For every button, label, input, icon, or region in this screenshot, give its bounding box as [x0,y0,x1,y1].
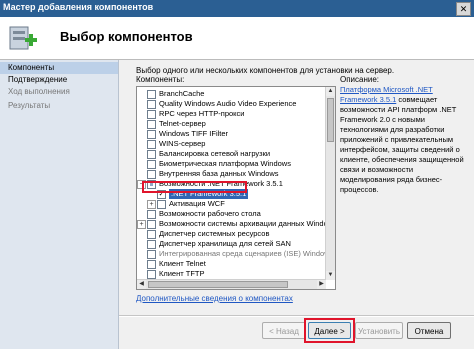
feature-label: Возможности рабочего стола [159,209,261,218]
nav-step-progress: Ход выполнения [8,87,70,96]
scroll-left-icon[interactable]: ◀ [137,280,146,289]
feature-label: Биометрическая платформа Windows [159,159,291,168]
title-bar[interactable]: Мастер добавления компонентов ✕ [0,0,474,17]
horizontal-scroll-thumb[interactable] [148,281,288,288]
page-title: Выбор компонентов [60,29,193,44]
expand-icon[interactable]: + [147,200,156,209]
feature-checkbox[interactable] [147,260,156,269]
feature-checkbox[interactable] [147,150,156,159]
window-title: Мастер добавления компонентов [3,2,154,12]
feature-checkbox[interactable] [147,240,156,249]
description-panel: Платформа Microsoft .NET Framework 3.5.1… [340,85,468,195]
feature-checkbox[interactable] [147,210,156,219]
feature-label: Возможности системы архивации данных Win… [159,219,336,228]
feature-checkbox[interactable] [147,90,156,99]
feature-label: Клиент Telnet [159,259,206,268]
feature-label: Windows TIFF IFilter [159,129,229,138]
close-icon[interactable]: ✕ [456,2,471,16]
scroll-right-icon[interactable]: ▶ [317,280,326,289]
feature-checkbox[interactable] [147,170,156,179]
feature-label: BranchCache [159,89,205,98]
intro-text: Выбор одного или нескольких компонентов … [136,66,395,75]
feature-label: Quality Windows Audio Video Experience [159,99,297,108]
feature-checkbox[interactable] [147,110,156,119]
feature-label: RPC через HTTP-прокси [159,109,245,118]
feature-checkbox[interactable] [147,130,156,139]
feature-label: Балансировка сетевой нагрузки [159,149,271,158]
button-divider [119,315,474,317]
wizard-steps-nav: Компоненты Подтверждение Ход выполнения … [0,60,119,349]
feature-checkbox[interactable] [147,140,156,149]
feature-label: Диспетчер системных ресурсов [159,229,270,238]
add-features-icon [9,26,37,50]
nav-step-results: Результаты [8,101,51,110]
install-button[interactable]: Установить [355,322,403,339]
next-button-highlight [304,318,355,343]
nav-step-features[interactable]: Компоненты [0,62,118,74]
selected-item-highlight [142,181,247,193]
feature-label: WINS-сервер [159,139,206,148]
wizard-header: Выбор компонентов [0,17,474,60]
feature-checkbox[interactable] [157,200,166,209]
feature-label: Клиент TFTP [159,269,205,278]
feature-label: Активация WCF [169,199,225,208]
more-info-link[interactable]: Дополнительные сведения о компонентах [136,294,293,303]
description-label: Описание: [340,75,380,84]
scroll-up-icon[interactable]: ▲ [326,87,335,96]
feature-checkbox[interactable] [147,270,156,279]
scroll-down-icon[interactable]: ▼ [326,271,335,280]
feature-label: Telnet-сервер [159,119,206,128]
vertical-scrollbar[interactable]: ▲ ▼ [325,87,335,280]
feature-checkbox[interactable] [147,160,156,169]
nav-step-confirmation[interactable]: Подтверждение [0,74,118,86]
cancel-button[interactable]: Отмена [407,322,451,339]
content-area: Выбор одного или нескольких компонентов … [119,60,474,349]
feature-checkbox[interactable] [147,250,156,259]
feature-label: Интегрированная среда сценариев (ISE) Wi… [159,249,336,258]
horizontal-scrollbar[interactable]: ◀ ▶ [137,279,326,289]
back-button[interactable]: < Назад [262,322,306,339]
feature-checkbox[interactable] [147,230,156,239]
feature-checkbox[interactable] [147,100,156,109]
description-text: совмещает возможности API платформ .NET … [340,95,464,194]
components-label: Компоненты: [136,75,185,84]
feature-label: Внутренняя база данных Windows [159,169,279,178]
feature-checkbox[interactable] [147,220,156,229]
feature-label: Диспетчер хранилища для сетей SAN [159,239,291,248]
feature-checkbox[interactable] [147,120,156,129]
vertical-scroll-thumb[interactable] [327,98,334,142]
expand-icon[interactable]: + [137,220,146,229]
wizard-window: Мастер добавления компонентов ✕ Выбор ко… [0,0,474,349]
